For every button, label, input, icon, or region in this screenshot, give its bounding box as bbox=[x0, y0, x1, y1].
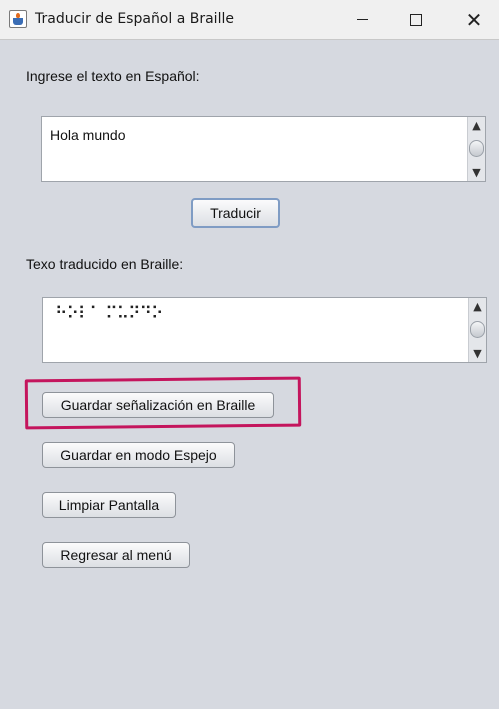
output-scrollbar[interactable]: ▲ ▼ bbox=[468, 298, 486, 362]
spanish-text-value[interactable]: Hola mundo bbox=[50, 127, 126, 143]
back-to-menu-button[interactable]: Regresar al menú bbox=[42, 542, 190, 568]
scroll-up-arrow-icon[interactable]: ▲ bbox=[468, 117, 485, 134]
scroll-thumb[interactable] bbox=[469, 140, 484, 157]
output-label: Texo traducido en Braille: bbox=[26, 256, 184, 272]
window-title: Traducir de Español a Braille bbox=[35, 11, 234, 27]
spanish-text-area[interactable]: Hola mundo ▲ ▼ bbox=[41, 116, 486, 182]
braille-text-area[interactable]: ⠓⠕⠇⠁ ⠍⠥⠝⠙⠕ ▲ ▼ bbox=[42, 297, 487, 363]
clear-screen-button[interactable]: Limpiar Pantalla bbox=[42, 492, 176, 518]
java-icon bbox=[9, 10, 27, 28]
scroll-down-arrow-icon[interactable]: ▼ bbox=[469, 345, 486, 362]
minimize-button[interactable] bbox=[339, 0, 385, 39]
title-bar[interactable]: Traducir de Español a Braille ✕ bbox=[0, 0, 499, 40]
save-braille-button[interactable]: Guardar señalización en Braille bbox=[42, 392, 274, 418]
close-icon: ✕ bbox=[465, 7, 483, 32]
maximize-button[interactable] bbox=[393, 0, 439, 39]
input-scrollbar[interactable]: ▲ ▼ bbox=[467, 117, 485, 181]
scroll-thumb[interactable] bbox=[470, 321, 485, 338]
input-label: Ingrese el texto en Español: bbox=[26, 68, 200, 84]
scroll-up-arrow-icon[interactable]: ▲ bbox=[469, 298, 486, 315]
scroll-down-arrow-icon[interactable]: ▼ bbox=[468, 164, 485, 181]
minimize-icon bbox=[356, 19, 368, 20]
translate-button[interactable]: Traducir bbox=[191, 198, 280, 228]
braille-text-value[interactable]: ⠓⠕⠇⠁ ⠍⠥⠝⠙⠕ bbox=[55, 304, 163, 324]
save-mirror-button[interactable]: Guardar en modo Espejo bbox=[42, 442, 235, 468]
maximize-icon bbox=[410, 13, 422, 26]
close-button[interactable]: ✕ bbox=[451, 0, 497, 39]
